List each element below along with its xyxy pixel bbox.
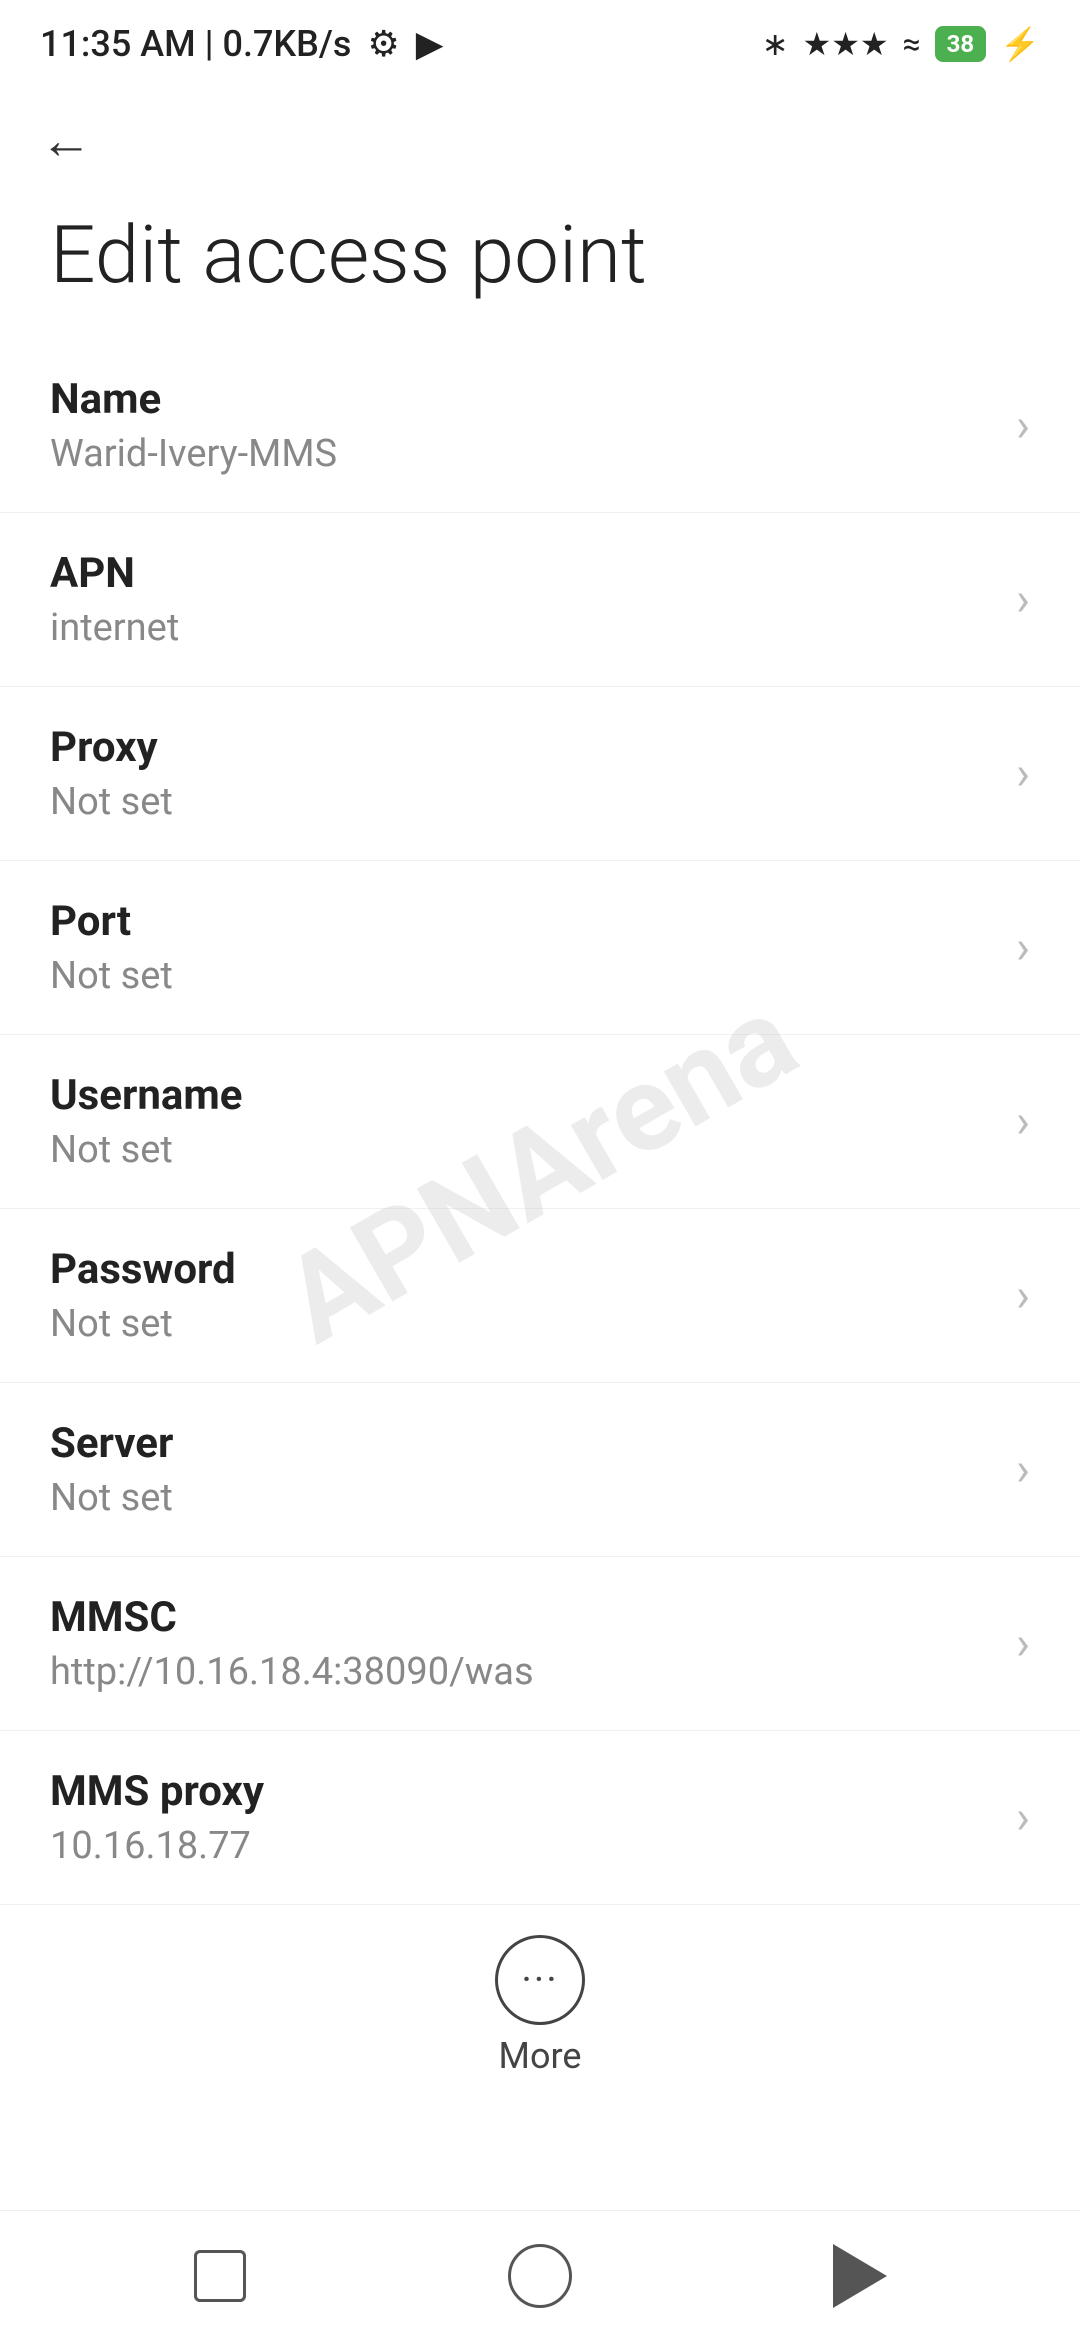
charging-icon: ⚡	[1000, 25, 1040, 63]
settings-item-label-8: MMS proxy	[50, 1767, 996, 1816]
settings-item-content: Username Not set	[50, 1071, 996, 1172]
settings-item-content: Name Warid-Ivery-MMS	[50, 375, 996, 476]
settings-item-content: MMS proxy 10.16.18.77	[50, 1767, 996, 1868]
signal-icon: ★★★	[803, 25, 889, 63]
home-icon	[508, 2244, 572, 2308]
battery-indicator: 38	[935, 26, 987, 62]
more-button[interactable]: ··· More	[0, 1905, 1080, 2097]
settings-item-mms-proxy[interactable]: MMS proxy 10.16.18.77 ›	[0, 1731, 1080, 1905]
settings-item-value-5: Not set	[50, 1302, 996, 1346]
settings-item-value-0: Warid-Ivery-MMS	[50, 432, 996, 476]
recents-icon	[194, 2250, 246, 2302]
gear-icon: ⚙	[367, 23, 399, 65]
settings-item-password[interactable]: Password Not set ›	[0, 1209, 1080, 1383]
settings-item-label-2: Proxy	[50, 723, 996, 772]
settings-item-value-2: Not set	[50, 780, 996, 824]
settings-item-name[interactable]: Name Warid-Ivery-MMS ›	[0, 339, 1080, 513]
settings-item-label-4: Username	[50, 1071, 996, 1120]
back-button[interactable]: ←	[0, 80, 1080, 181]
settings-item-label-7: MMSC	[50, 1593, 996, 1642]
settings-item-server[interactable]: Server Not set ›	[0, 1383, 1080, 1557]
settings-item-value-3: Not set	[50, 954, 996, 998]
time-label: 11:35 AM | 0.7KB/s	[40, 23, 351, 65]
settings-item-value-8: 10.16.18.77	[50, 1824, 996, 1868]
settings-item-label-0: Name	[50, 375, 996, 424]
settings-item-content: Server Not set	[50, 1419, 996, 1520]
settings-item-label-1: APN	[50, 549, 996, 598]
settings-item-content: APN internet	[50, 549, 996, 650]
chevron-right-icon: ›	[1016, 1269, 1030, 1323]
settings-item-username[interactable]: Username Not set ›	[0, 1035, 1080, 1209]
nav-back-button[interactable]	[810, 2236, 910, 2316]
status-left: 11:35 AM | 0.7KB/s ⚙ ▶	[40, 23, 443, 65]
chevron-right-icon: ›	[1016, 1095, 1030, 1149]
settings-item-content: MMSC http://10.16.18.4:38090/was	[50, 1593, 996, 1694]
more-label: More	[499, 2035, 582, 2077]
status-bar: 11:35 AM | 0.7KB/s ⚙ ▶ ∗ ★★★ ≈ 38 ⚡	[0, 0, 1080, 80]
settings-item-apn[interactable]: APN internet ›	[0, 513, 1080, 687]
settings-item-value-7: http://10.16.18.4:38090/was	[50, 1650, 996, 1694]
settings-item-content: Port Not set	[50, 897, 996, 998]
bottom-nav	[0, 2210, 1080, 2340]
chevron-right-icon: ›	[1016, 573, 1030, 627]
bluetooth-icon: ∗	[762, 25, 789, 63]
settings-list: Name Warid-Ivery-MMS › APN internet › Pr…	[0, 339, 1080, 1905]
wifi-icon: ≈	[903, 25, 921, 63]
settings-item-value-1: internet	[50, 606, 996, 650]
chevron-right-icon: ›	[1016, 1791, 1030, 1845]
chevron-right-icon: ›	[1016, 921, 1030, 975]
page-title: Edit access point	[0, 181, 1080, 339]
back-icon	[833, 2244, 887, 2308]
settings-item-value-6: Not set	[50, 1476, 996, 1520]
settings-item-content: Password Not set	[50, 1245, 996, 1346]
settings-item-content: Proxy Not set	[50, 723, 996, 824]
chevron-right-icon: ›	[1016, 747, 1030, 801]
settings-item-label-6: Server	[50, 1419, 996, 1468]
settings-item-label-5: Password	[50, 1245, 996, 1294]
nav-recents-button[interactable]	[170, 2236, 270, 2316]
more-icon: ···	[495, 1935, 585, 2025]
settings-item-port[interactable]: Port Not set ›	[0, 861, 1080, 1035]
settings-item-mmsc[interactable]: MMSC http://10.16.18.4:38090/was ›	[0, 1557, 1080, 1731]
nav-home-button[interactable]	[490, 2236, 590, 2316]
chevron-right-icon: ›	[1016, 1443, 1030, 1497]
chevron-right-icon: ›	[1016, 399, 1030, 453]
settings-item-value-4: Not set	[50, 1128, 996, 1172]
chevron-right-icon: ›	[1016, 1617, 1030, 1671]
settings-item-proxy[interactable]: Proxy Not set ›	[0, 687, 1080, 861]
status-right: ∗ ★★★ ≈ 38 ⚡	[762, 25, 1040, 63]
settings-item-label-3: Port	[50, 897, 996, 946]
video-icon: ▶	[416, 23, 444, 65]
